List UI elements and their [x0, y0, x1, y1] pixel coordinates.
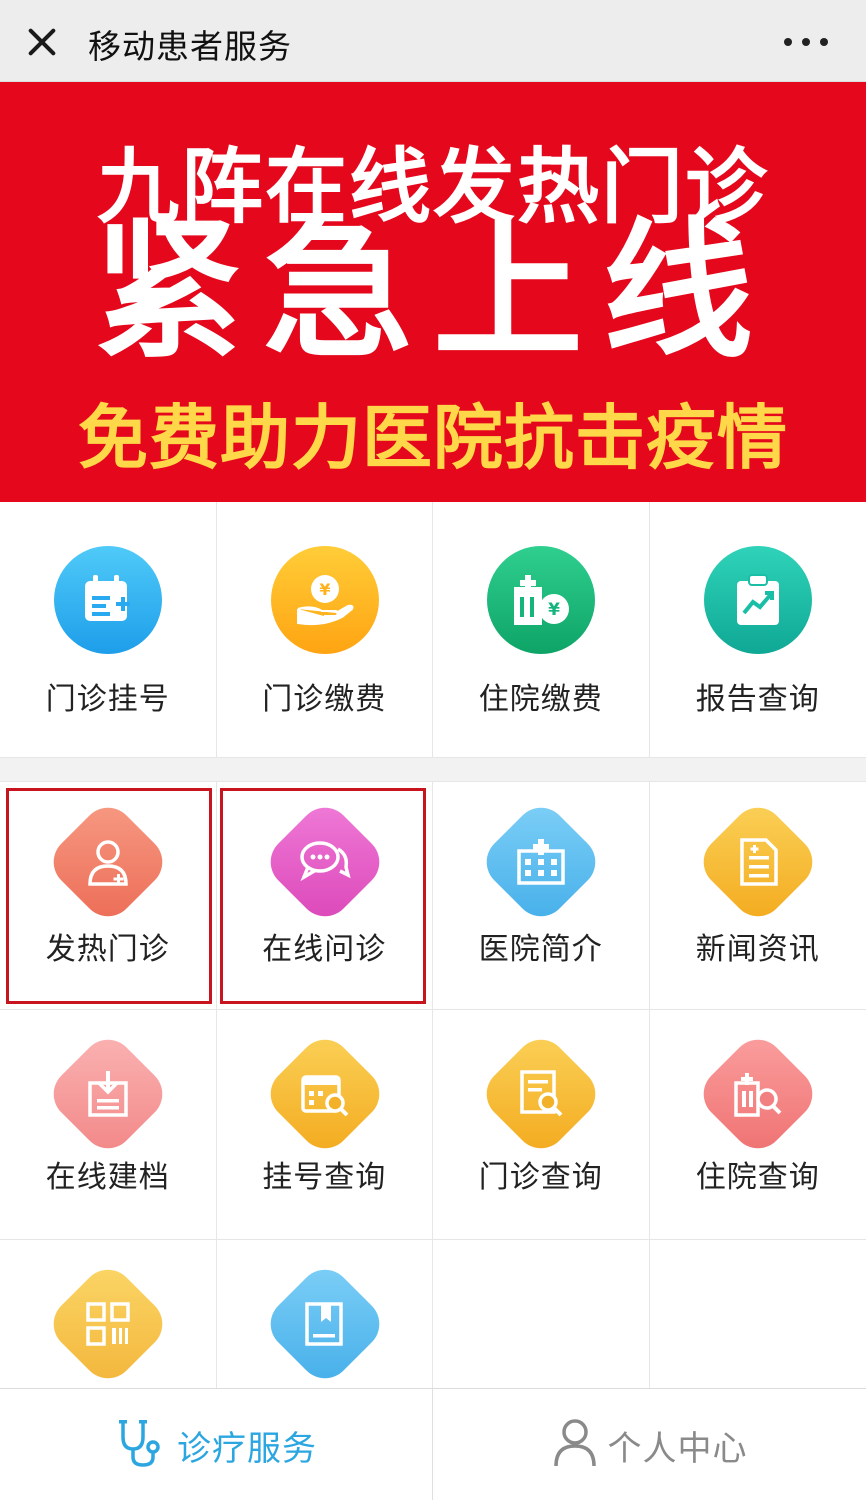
more-icon[interactable]	[784, 38, 828, 48]
hospital-building-icon	[475, 796, 607, 928]
stethoscope-icon	[115, 1417, 167, 1473]
service-label: 挂号查询	[262, 1160, 387, 1195]
person-icon	[552, 1418, 598, 1472]
bottom-tab-bar: 诊疗服务 个人中心	[0, 1388, 866, 1500]
banner-main-text: 紧急上线	[92, 205, 773, 379]
services-row-2: 在线建档 挂号查询 门诊查询 住院查询	[0, 1010, 866, 1240]
service-qr-code[interactable]	[0, 1240, 217, 1390]
svg-text:¥: ¥	[319, 580, 330, 599]
service-outpatient-payment[interactable]: ¥ 门诊缴费	[216, 502, 433, 758]
page-title: 移动患者服务	[88, 27, 292, 66]
service-label: 门诊查询	[478, 1160, 603, 1195]
empty-cell	[433, 1240, 650, 1388]
main-services-row: 门诊挂号 ¥ 门诊缴费 ¥ 住院缴费 报告查询	[0, 502, 866, 758]
service-hospital-intro[interactable]: 医院简介	[433, 782, 650, 1010]
calendar-search-icon	[259, 1028, 390, 1160]
service-guide[interactable]	[216, 1240, 433, 1390]
service-outpatient-query[interactable]: 门诊查询	[433, 1010, 650, 1240]
service-report-query[interactable]: 报告查询	[649, 502, 866, 758]
title-bar: 移动患者服务	[0, 0, 866, 82]
clipboard-chart-icon	[703, 546, 812, 654]
document-icon	[692, 796, 823, 928]
service-label: 住院缴费	[478, 682, 603, 717]
tab-medical-services[interactable]: 诊疗服务	[0, 1389, 433, 1500]
empty-cell	[649, 1240, 866, 1388]
tab-personal-center[interactable]: 个人中心	[433, 1389, 866, 1500]
service-inpatient-query[interactable]: 住院查询	[649, 1010, 866, 1240]
book-icon	[259, 1258, 390, 1390]
service-label: 在线建档	[45, 1160, 170, 1195]
service-register-query[interactable]: 挂号查询	[216, 1010, 433, 1240]
qr-code-icon	[42, 1258, 174, 1390]
highlight-box	[6, 788, 212, 1004]
highlight-box	[220, 788, 426, 1004]
calendar-plus-icon	[54, 546, 162, 654]
service-online-filing[interactable]: 在线建档	[0, 1010, 217, 1240]
service-label: 门诊缴费	[262, 682, 387, 717]
promo-banner[interactable]: 九阵在线发热门诊 紧急上线 免费助力医院抗击疫情	[0, 82, 866, 502]
tab-label: 个人中心	[607, 1428, 748, 1469]
file-download-icon	[42, 1028, 174, 1160]
service-label: 门诊挂号	[45, 682, 170, 717]
yen-hand-icon: ¥	[270, 546, 379, 654]
service-label: 新闻资讯	[695, 932, 820, 967]
banner-subtitle: 免费助力医院抗击疫情	[78, 397, 788, 479]
service-label: 医院简介	[478, 932, 603, 967]
tab-label: 诊疗服务	[177, 1428, 317, 1469]
service-label: 住院查询	[695, 1160, 820, 1195]
close-icon[interactable]	[22, 22, 62, 62]
building-search-icon	[692, 1028, 823, 1160]
svg-text:¥: ¥	[548, 600, 560, 620]
services-row-3	[0, 1240, 866, 1390]
service-inpatient-payment[interactable]: ¥ 住院缴费	[433, 502, 650, 758]
hospital-yen-icon: ¥	[487, 546, 595, 654]
service-news[interactable]: 新闻资讯	[649, 782, 866, 1010]
section-divider	[0, 758, 866, 782]
service-outpatient-register[interactable]: 门诊挂号	[0, 502, 217, 758]
document-search-icon	[475, 1028, 607, 1160]
service-label: 报告查询	[695, 682, 820, 717]
